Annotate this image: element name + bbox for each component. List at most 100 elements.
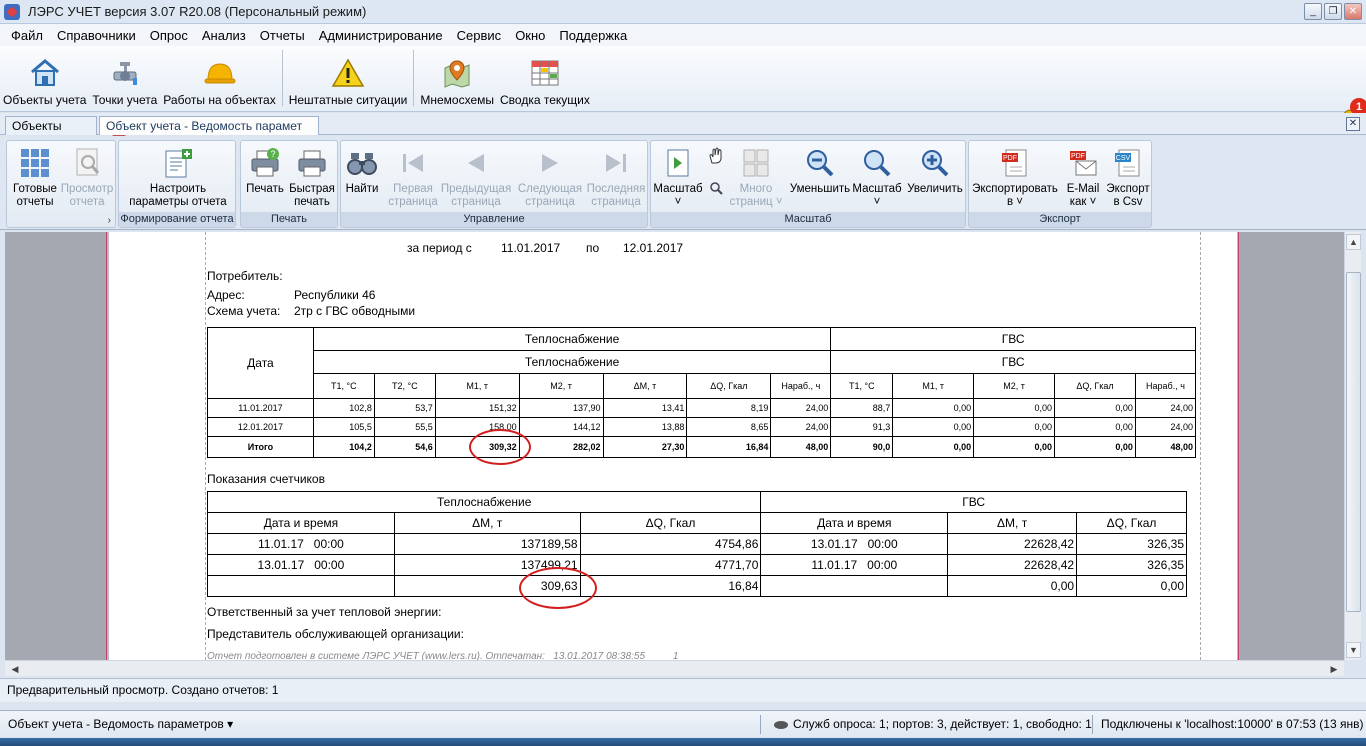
minimize-button[interactable]: _ xyxy=(1304,3,1322,20)
export-csv-label-1: Экспорт xyxy=(1106,183,1150,195)
tab-objects[interactable]: Объекты учета xyxy=(5,116,97,147)
valve-icon xyxy=(113,62,137,85)
close-panel-icon[interactable]: ✕ xyxy=(1346,117,1360,131)
heat-group-header: Теплоснабжение xyxy=(312,327,832,351)
app-logo-icon xyxy=(4,3,20,20)
menu-window[interactable]: Окно xyxy=(508,28,552,43)
export-to-button[interactable]: PDF Экспортировать в ˅ xyxy=(971,147,1059,209)
email-as-label-2: как ˅ xyxy=(1069,196,1097,208)
server-icon xyxy=(774,721,788,729)
points-button[interactable]: Точки учета xyxy=(89,45,160,111)
scale2-button[interactable]: Масштаб ˅ xyxy=(851,147,903,209)
heat-subgroup-header: Теплоснабжение xyxy=(312,350,832,374)
scale2-label-2: ˅ xyxy=(873,196,881,208)
scale-button[interactable]: Масштаб ˅ xyxy=(653,147,703,209)
grid-table-icon xyxy=(531,60,559,86)
pan-tool-button[interactable] xyxy=(707,147,725,195)
first-page-icon xyxy=(403,154,423,172)
report-preview[interactable]: за период с 11.01.2017 по 12.01.2017 Пот… xyxy=(5,232,1344,660)
multi-page-button[interactable]: Много страниц ˅ xyxy=(727,147,785,209)
menu-file[interactable]: Файл xyxy=(4,28,50,43)
scroll-up-icon[interactable]: ▲ xyxy=(1346,234,1361,250)
preview-status-text: Предварительный просмотр. Создано отчето… xyxy=(7,683,279,697)
col-header: M1, т xyxy=(892,373,975,399)
summary-button[interactable]: Сводка текущих xyxy=(497,45,593,111)
prev-page-button[interactable]: Предыдущая страница xyxy=(441,147,511,209)
col-header: M1, т xyxy=(434,373,520,399)
group-title-print: Печать xyxy=(241,212,337,227)
col-header: T1, °C xyxy=(312,373,375,399)
menu-service[interactable]: Сервис xyxy=(450,28,509,43)
view-report-button[interactable]: Просмотр отчета xyxy=(59,147,115,209)
group-launcher-icon[interactable]: › xyxy=(108,215,111,226)
menu-reference[interactable]: Справочники xyxy=(50,28,143,43)
group-title-export: Экспорт xyxy=(969,212,1151,227)
col-header: M2, т xyxy=(973,373,1056,399)
app-status-bar: Объект учета - Ведомость параметров ▾ Сл… xyxy=(0,710,1366,737)
configure-report-button[interactable]: Настроить параметры отчета xyxy=(121,147,235,209)
find-label: Найти xyxy=(345,183,379,195)
export-csv-button[interactable]: CSV Экспорт в Csv xyxy=(1105,147,1151,209)
main-toolbar: Объекты учета Точки учета Работы на объе… xyxy=(0,45,1366,131)
close-button[interactable]: ✕ xyxy=(1344,3,1362,20)
scheme-value: 2тр с ГВС обводными xyxy=(294,304,416,318)
scroll-down-icon[interactable]: ▼ xyxy=(1346,642,1361,658)
last-page-button[interactable]: Последняя страница xyxy=(585,147,647,209)
ribbon-group-reports: Готовые отчеты Просмотр отчета › xyxy=(6,140,116,228)
window-selector[interactable]: Объект учета - Ведомость параметров ▾ xyxy=(8,717,233,731)
vertical-scrollbar[interactable]: ▲ ▼ xyxy=(1344,232,1361,660)
ready-reports-button[interactable]: Готовые отчеты xyxy=(11,147,59,209)
next-page-button[interactable]: Следующая страница xyxy=(517,147,583,209)
next-page-label-2: страница xyxy=(525,196,575,208)
magnifier-page-icon xyxy=(76,148,100,176)
table-row: 13.01.17 00:00 137499,21 4771,70 11.01.1… xyxy=(207,554,1187,576)
mnemo-button[interactable]: Мнемосхемы xyxy=(417,45,497,111)
tab-report[interactable]: Объект учета - Ведомость парамет ✕ xyxy=(99,116,319,147)
group-title-report-gen: Формирование отчета xyxy=(119,212,235,227)
menu-analysis[interactable]: Анализ xyxy=(195,28,253,43)
quick-print-button[interactable]: Быстрая печать xyxy=(287,147,337,209)
col-header: ΔQ, Гкал xyxy=(1054,373,1136,399)
email-as-button[interactable]: PDF E-Mail как ˅ xyxy=(1061,147,1105,209)
configure-label-1: Настроить xyxy=(149,183,207,195)
works-button[interactable]: Работы на объектах xyxy=(160,45,278,111)
multi-page-icon xyxy=(743,149,769,177)
points-label: Точки учета xyxy=(92,93,158,107)
emergency-button[interactable]: Нештатные ситуации xyxy=(286,45,411,111)
prev-page-label-2: страница xyxy=(451,196,501,208)
find-button[interactable]: Найти xyxy=(343,147,381,196)
binoculars-icon xyxy=(347,153,377,175)
scroll-thumb[interactable] xyxy=(1346,272,1361,612)
menu-administration[interactable]: Администрирование xyxy=(312,28,450,43)
horizontal-scrollbar[interactable]: ◀ ▶ xyxy=(5,660,1344,676)
print-button[interactable]: ? Печать xyxy=(243,147,287,196)
ribbon-toolbar: Готовые отчеты Просмотр отчета › Настрои… xyxy=(0,136,1366,230)
period-from: 11.01.2017 xyxy=(501,241,561,255)
group-title-scale: Масштаб xyxy=(651,212,965,227)
export-to-label-1: Экспортировать xyxy=(972,183,1058,195)
zoom-out-button[interactable]: Уменьшить xyxy=(789,147,851,196)
col-header: Дата и время xyxy=(207,512,395,534)
zoom-in-button[interactable]: Увеличить xyxy=(905,147,965,196)
menu-support[interactable]: Поддержка xyxy=(552,28,634,43)
menu-poll[interactable]: Опрос xyxy=(143,28,195,43)
services-status: Служб опроса: 1; портов: 3, действует: 1… xyxy=(793,717,1092,731)
scroll-right-icon[interactable]: ▶ xyxy=(1326,662,1342,676)
magnifier-icon xyxy=(864,150,891,177)
connection-status: Подключены к 'localhost:10000' в 07:53 (… xyxy=(1101,717,1364,731)
quick-print-label-2: печать xyxy=(294,196,330,208)
view-report-label-1: Просмотр xyxy=(60,183,114,195)
menu-bar: Файл Справочники Опрос Анализ Отчеты Адм… xyxy=(0,24,1366,46)
first-page-button[interactable]: Первая страница xyxy=(385,147,441,209)
map-pin-icon xyxy=(444,60,470,88)
menu-reports[interactable]: Отчеты xyxy=(253,28,312,43)
ribbon-group-scale: Масштаб ˅ Много страниц ˅ Уменьшить Масш… xyxy=(650,140,966,228)
col-header: Нараб., ч xyxy=(770,373,832,399)
email-as-label-1: E-Mail xyxy=(1066,183,1100,195)
table-row: 309,63 16,84 0,00 0,00 xyxy=(207,575,1187,597)
scroll-left-icon[interactable]: ◀ xyxy=(7,662,23,676)
objects-button[interactable]: Объекты учета xyxy=(0,45,89,111)
table-row: 11.01.17 00:00 137189,58 4754,86 13.01.1… xyxy=(207,533,1187,555)
period-label: за период с xyxy=(407,241,472,255)
restore-button[interactable]: ❐ xyxy=(1324,3,1342,20)
